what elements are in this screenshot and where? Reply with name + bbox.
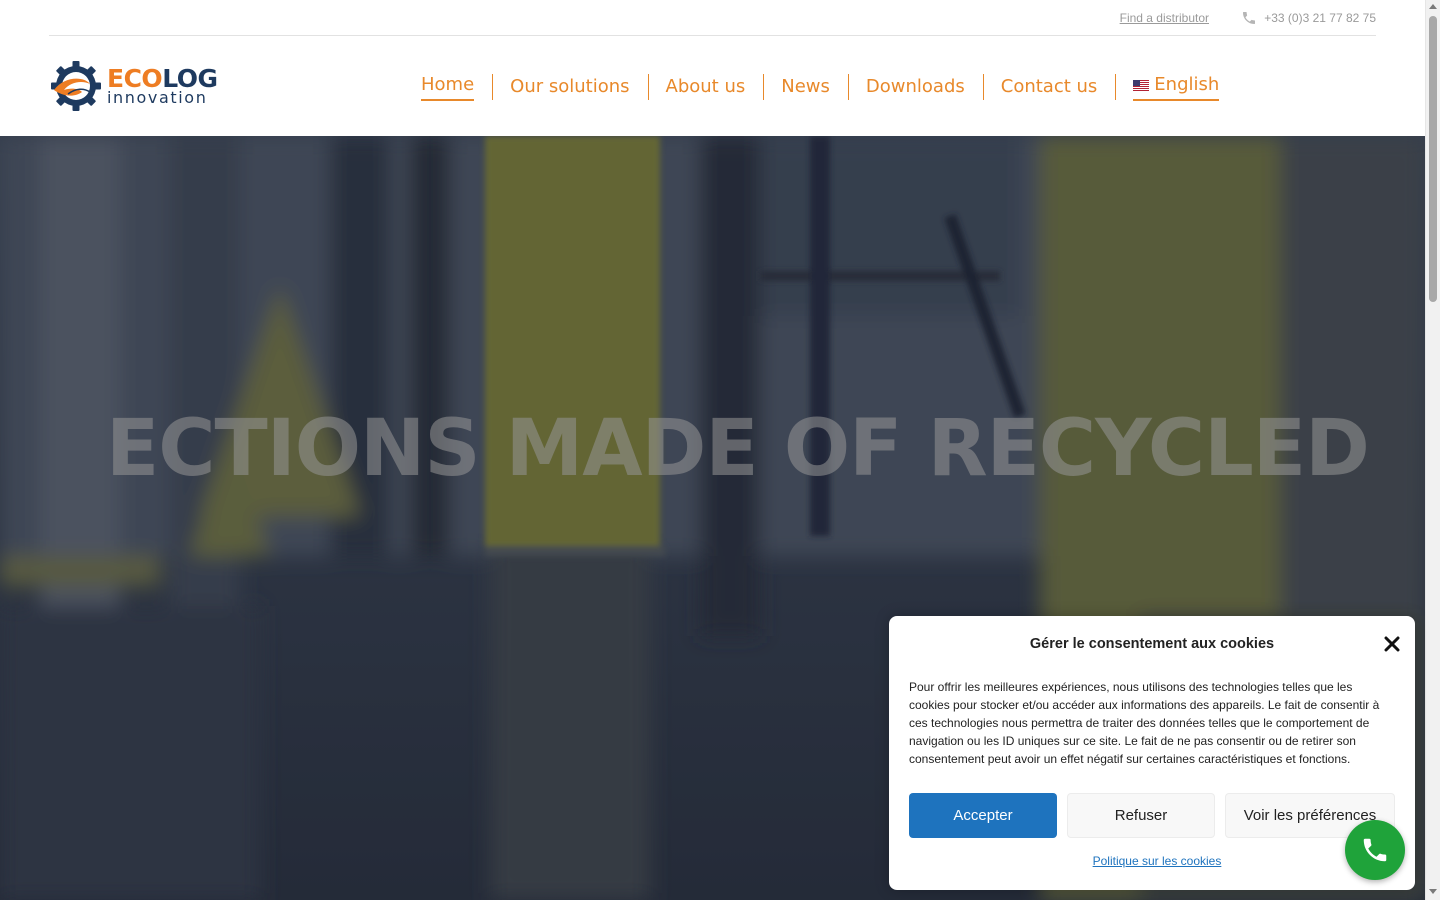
nav-news-label: News [781, 76, 830, 97]
top-phone[interactable]: +33 (0)3 21 77 82 75 [1241, 10, 1376, 26]
nav-downloads[interactable]: Downloads [847, 74, 983, 100]
scroll-down-arrow-icon[interactable] [1429, 889, 1437, 894]
cookie-title: Gérer le consentement aux cookies [1029, 636, 1275, 652]
nav-home[interactable]: Home [403, 73, 492, 101]
nav-contact-us[interactable]: Contact us [982, 74, 1116, 100]
nav-about-us-label: About us [665, 76, 746, 97]
logo-sub: innovation [107, 88, 208, 107]
hero-headline: ECTIONS MADE OF RECYCLED [0, 404, 1425, 494]
nav-contact-us-label: Contact us [1000, 76, 1098, 97]
scroll-up-arrow-icon[interactable] [1429, 4, 1437, 9]
phone-icon [1243, 12, 1256, 24]
find-distributor-link[interactable]: Find a distributor [1120, 11, 1209, 25]
nav-downloads-label: Downloads [865, 76, 965, 97]
language-label: English [1154, 74, 1220, 95]
nav-about-us[interactable]: About us [647, 74, 764, 100]
logo[interactable]: ECOLOG innovation [49, 60, 234, 112]
page-scrollbar[interactable] [1425, 0, 1440, 900]
us-flag-icon [1133, 79, 1150, 91]
nav-our-solutions-label: Our solutions [510, 76, 630, 97]
main-nav: Home Our solutions About us News Downloa… [403, 73, 1237, 101]
call-button[interactable] [1345, 820, 1405, 880]
nav-home-label: Home [421, 73, 475, 101]
top-bar: Find a distributor +33 (0)3 21 77 82 75 [49, 0, 1376, 36]
accept-button[interactable]: Accepter [909, 793, 1057, 838]
scroll-thumb[interactable] [1429, 16, 1437, 302]
nav-news[interactable]: News [763, 74, 848, 100]
close-icon[interactable] [1383, 635, 1401, 653]
phone-icon [1363, 838, 1387, 862]
phone-number: +33 (0)3 21 77 82 75 [1264, 11, 1376, 25]
language-switcher[interactable]: English [1115, 74, 1237, 101]
site-header: ECOLOG innovation Home Our solutions Abo… [0, 36, 1425, 136]
hero-headline-text: ECTIONS MADE OF RECYCLED [106, 404, 1370, 494]
gear-leaf-logo-icon [51, 61, 101, 111]
cookie-consent-dialog: Gérer le consentement aux cookies Pour o… [889, 616, 1415, 890]
cookie-description: Pour offrir les meilleures expériences, … [909, 680, 1380, 766]
cookie-policy-link[interactable]: Politique sur les cookies [889, 854, 1425, 868]
refuse-button[interactable]: Refuser [1067, 793, 1215, 838]
nav-our-solutions[interactable]: Our solutions [492, 74, 647, 100]
logo-wordmark: ECOLOG innovation [107, 66, 218, 106]
